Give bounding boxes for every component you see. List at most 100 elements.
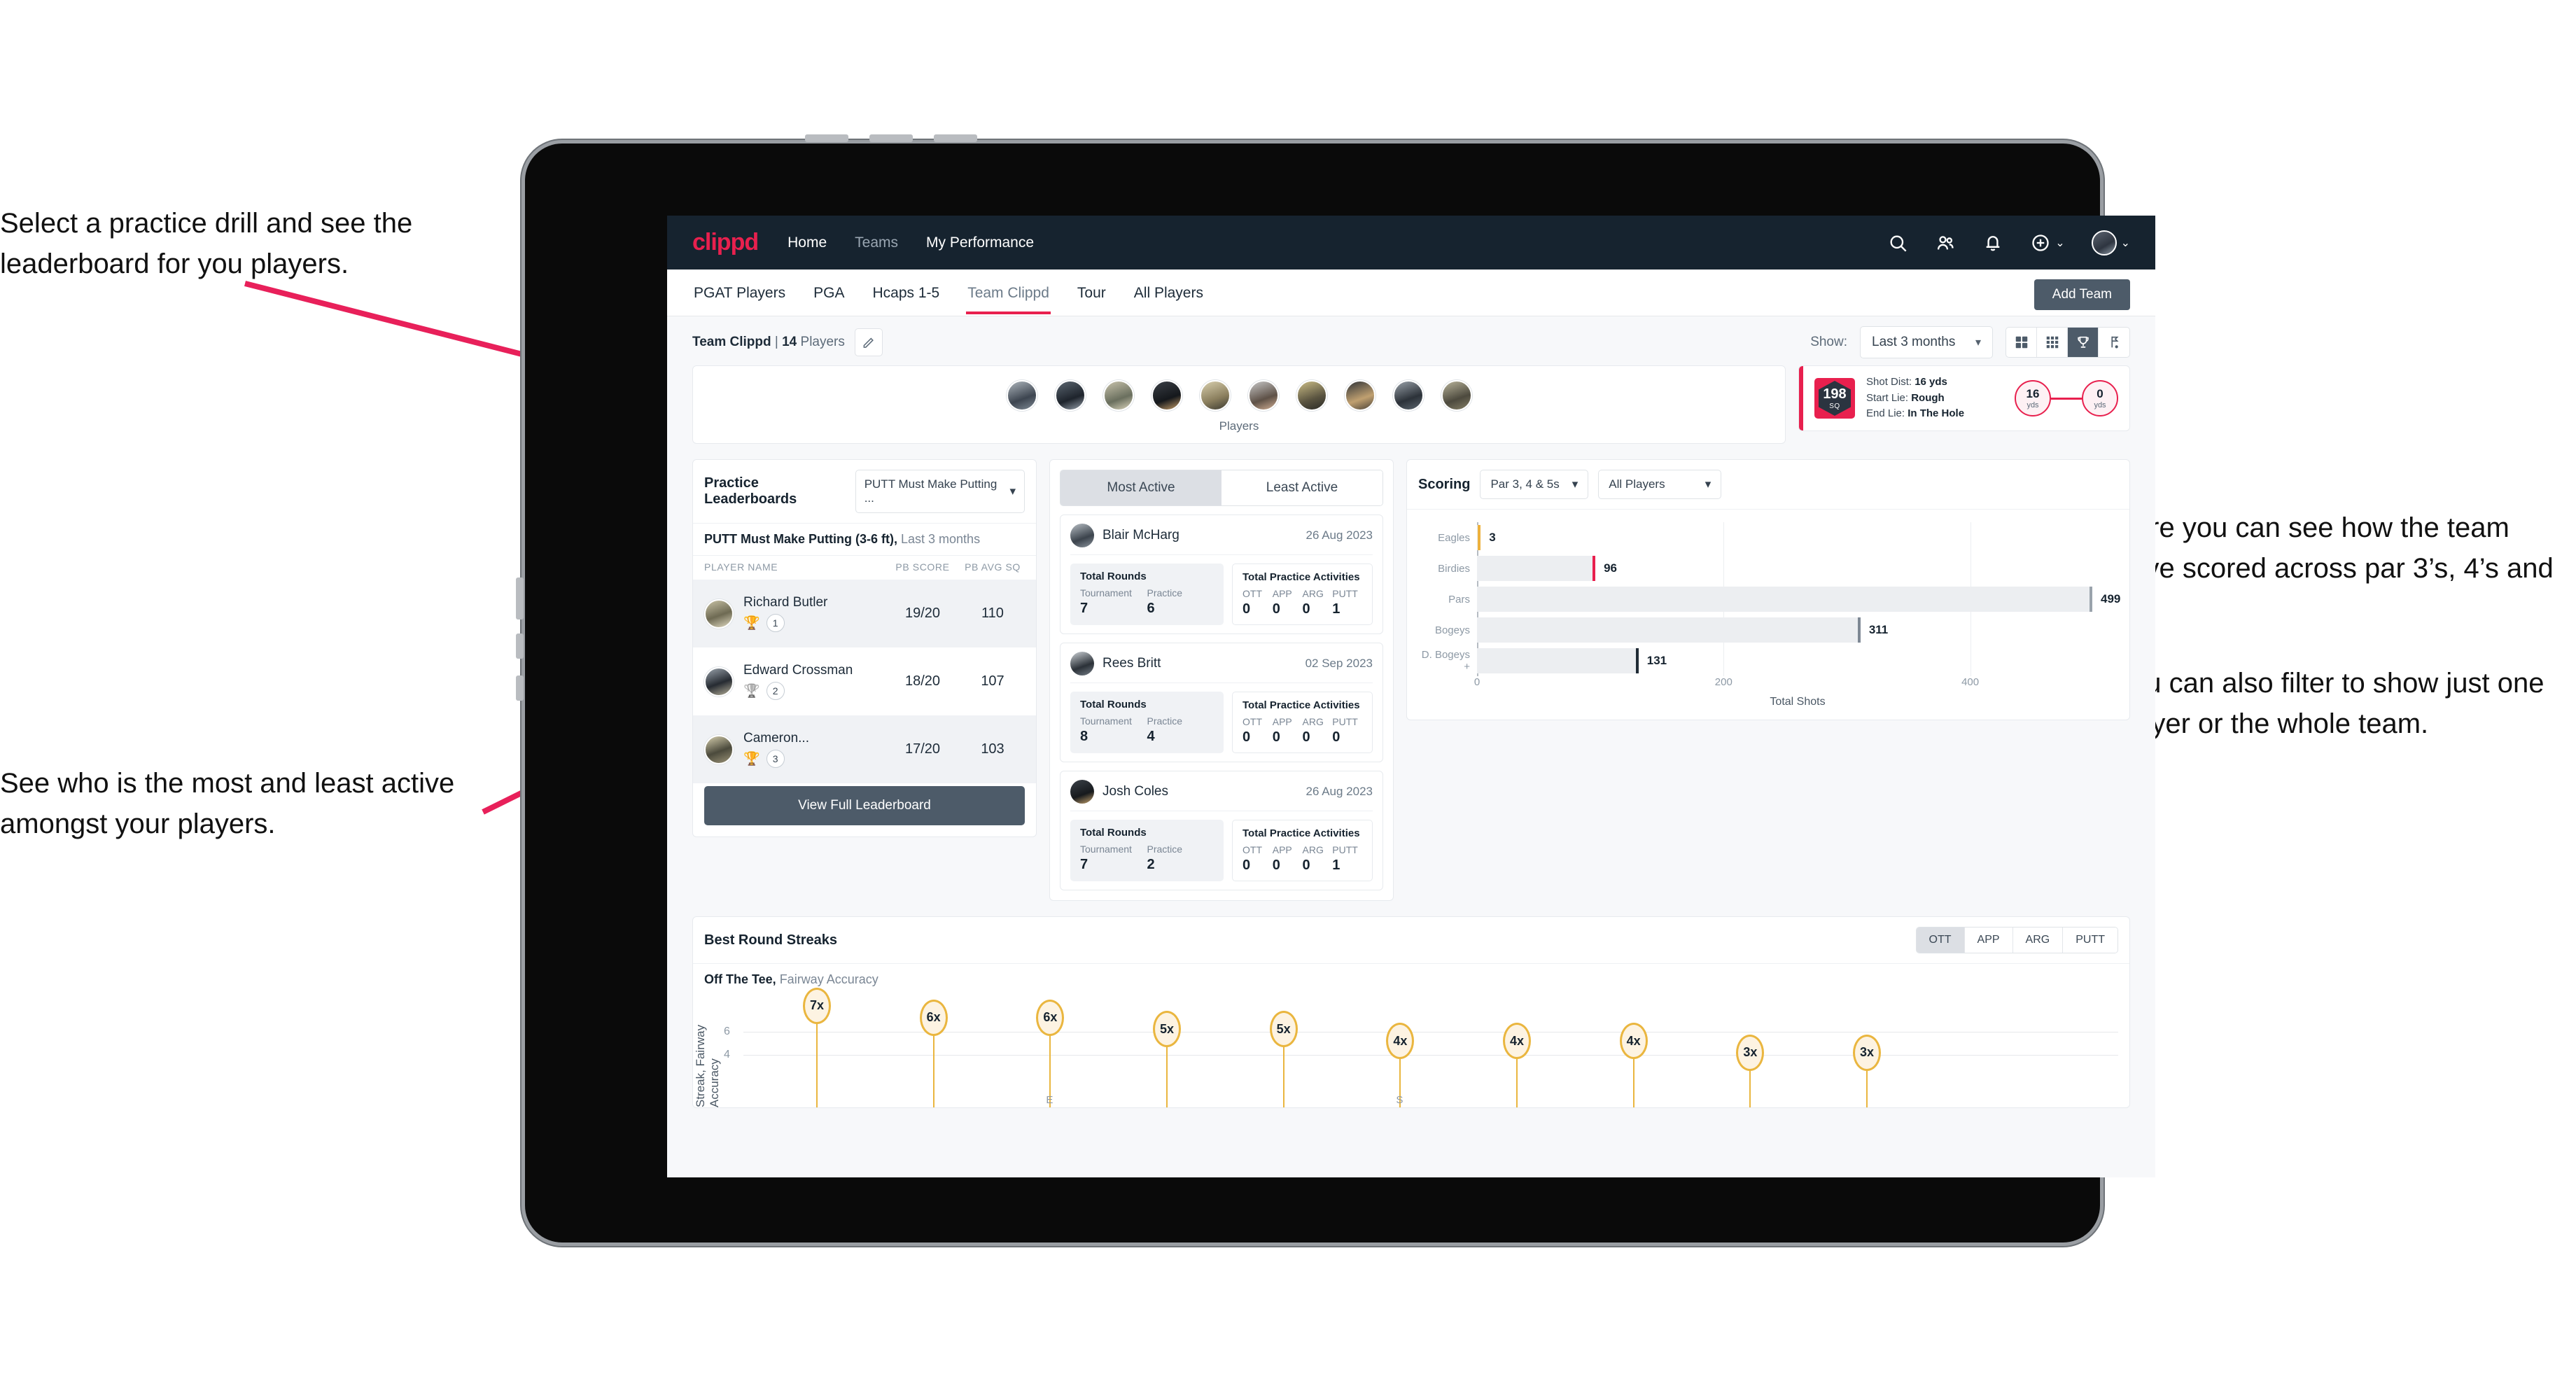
player-avatar[interactable] [1344, 380, 1376, 411]
streaks-marker[interactable]: 3x [1736, 1034, 1765, 1071]
streaks-marker[interactable]: 4x [1503, 1023, 1531, 1059]
chevron-down-icon: ⌄ [2120, 237, 2130, 249]
avatar[interactable] [2091, 230, 2117, 255]
scoring-category-label: Bogeys [1434, 624, 1470, 636]
date-range-select[interactable]: Last 3 months ▾ [1860, 326, 1993, 358]
streaks-title: Best Round Streaks [704, 932, 838, 948]
team-summary-label: Team Clippd | 14 Players [692, 335, 845, 350]
table-row[interactable]: Richard Butler 🏆 1 19/20 110 [693, 580, 1036, 648]
streaks-x-tick: S [1396, 1094, 1404, 1106]
rounds-tournament-label: Tournament [1080, 587, 1132, 598]
tab-tour[interactable]: Tour [1076, 271, 1107, 314]
streaks-marker[interactable]: 4x [1619, 1023, 1648, 1059]
practice-values: OTT 0 APP 0 ARG 0 PUTT 0 [1242, 716, 1362, 746]
edit-team-button[interactable] [854, 328, 883, 356]
add-menu[interactable]: ⌄ [2030, 232, 2065, 253]
tablet-top-button-3 [934, 134, 977, 142]
streaks-stem: 3x [1736, 1034, 1765, 1107]
account-menu[interactable]: ⌄ [2091, 230, 2130, 255]
grid-large-icon[interactable] [2006, 328, 2037, 357]
scoring-title: Scoring [1418, 476, 1471, 492]
tab-all-players[interactable]: All Players [1133, 271, 1205, 314]
list-item[interactable]: Rees Britt 02 Sep 2023 Total Rounds Tour… [1060, 643, 1383, 762]
end-lie-value: In The Hole [1907, 407, 1965, 420]
scoring-bar [1477, 556, 1596, 581]
avatar [1070, 652, 1094, 676]
list-item[interactable]: Blair McHarg 26 Aug 2023 Total Rounds To… [1060, 514, 1383, 634]
practice-values: OTT 0 APP 0 ARG 0 PUTT 1 [1242, 588, 1362, 617]
practice-putt-value: 1 [1332, 601, 1340, 617]
scoring-category-label: Eagles [1438, 531, 1470, 544]
rank-chip: 1 [766, 614, 785, 632]
plus-circle-icon[interactable] [2030, 232, 2051, 253]
nav-link-teams[interactable]: Teams [855, 234, 898, 251]
streaks-marker[interactable]: 3x [1853, 1034, 1881, 1071]
leaderboard-name-cell: Cameron... 🏆 3 [743, 731, 885, 768]
leaderboard-subtitle: PUTT Must Make Putting (3-6 ft), Last 3 … [693, 523, 1036, 555]
player-filter-select[interactable]: All Players ▾ [1598, 470, 1722, 499]
leaderboard-title: Practice Leaderboards [704, 475, 797, 507]
player-name: Cameron... [743, 731, 809, 746]
chevron-down-icon: ▾ [1975, 337, 1981, 349]
flag-icon[interactable] [2099, 328, 2129, 357]
view-full-leaderboard-button[interactable]: View Full Leaderboard [704, 786, 1025, 825]
table-row[interactable]: Cameron... 🏆 3 17/20 103 [693, 715, 1036, 783]
pb-score-value: 18/20 [904, 673, 941, 689]
practice-ott: OTT 0 [1242, 716, 1273, 746]
people-icon[interactable] [1935, 232, 1956, 253]
player-name: Richard Butler [743, 595, 828, 610]
trophy-icon[interactable] [2068, 328, 2099, 357]
player-avatar[interactable] [1102, 380, 1134, 411]
list-item[interactable]: Josh Coles 26 Aug 2023 Total Rounds Tour… [1060, 771, 1383, 890]
add-team-button[interactable]: Add Team [2033, 279, 2130, 310]
drill-select[interactable]: PUTT Must Make Putting ... ▾ [855, 470, 1025, 513]
activity-card-body: Total Rounds Tournament 8 Practice 4 Tot… [1070, 682, 1373, 753]
leaderboard-name-cell: Edward Crossman 🏆 2 [743, 663, 885, 700]
team-subbar: Team Clippd | 14 Players Show: Last 3 mo… [667, 316, 2155, 365]
segment-app[interactable]: APP [1964, 927, 2013, 953]
table-row[interactable]: Edward Crossman 🏆 2 18/20 107 [693, 648, 1036, 715]
avatar [1070, 524, 1094, 547]
players-caption: Players [1219, 419, 1259, 433]
player-avatar[interactable] [1151, 380, 1182, 411]
nav-link-my-performance[interactable]: My Performance [926, 234, 1034, 251]
player-avatar[interactable] [1054, 380, 1086, 411]
search-icon[interactable] [1887, 232, 1908, 253]
drill-select-value: PUTT Must Make Putting ... [864, 477, 997, 505]
tab-least-active[interactable]: Least Active [1222, 470, 1382, 505]
streaks-marker[interactable]: 6x [919, 999, 948, 1036]
tab-team-clippd[interactable]: Team Clippd [966, 271, 1051, 314]
streaks-marker[interactable]: 4x [1386, 1023, 1415, 1059]
nav-link-home[interactable]: Home [788, 234, 827, 251]
player-avatar[interactable] [1441, 380, 1472, 411]
tab-most-active[interactable]: Most Active [1060, 470, 1222, 505]
streaks-marker[interactable]: 7x [803, 987, 831, 1024]
segment-ott[interactable]: OTT [1916, 927, 1965, 953]
scoring-bar [1477, 648, 1639, 673]
bell-icon[interactable] [1982, 232, 2003, 253]
streaks-marker[interactable]: 6x [1036, 999, 1065, 1036]
player-avatar[interactable] [1006, 380, 1037, 411]
par-filter-select[interactable]: Par 3, 4 & 5s ▾ [1480, 470, 1589, 499]
total-rounds-box: Total Rounds Tournament 7 Practice 2 [1070, 820, 1224, 881]
streaks-marker[interactable]: 5x [1153, 1011, 1181, 1048]
clippd-logo[interactable]: clippd [692, 229, 759, 256]
streaks-y-tick: 6 [724, 1025, 730, 1037]
tab-hcaps-1-5[interactable]: Hcaps 1-5 [871, 271, 941, 314]
streaks-marker[interactable]: 5x [1269, 1011, 1298, 1048]
rank-badges: 🏆 1 [743, 614, 885, 632]
activity-date: 26 Aug 2023 [1306, 785, 1373, 798]
segment-putt[interactable]: PUTT [2063, 927, 2118, 953]
tab-pgat-players[interactable]: PGAT Players [692, 271, 787, 314]
grid-small-icon[interactable] [2037, 328, 2068, 357]
player-avatar[interactable] [1247, 380, 1279, 411]
player-avatar[interactable] [1392, 380, 1424, 411]
streaks-stem: 4x [1619, 1023, 1648, 1107]
tab-pga[interactable]: PGA [812, 271, 846, 314]
shot-dist-value: 16 yds [1914, 376, 1947, 388]
rounds-tournament: Tournament 8 [1080, 715, 1147, 745]
player-avatar[interactable] [1199, 380, 1231, 411]
trophy-icon: 🏆 [743, 683, 760, 699]
segment-arg[interactable]: ARG [2012, 927, 2064, 953]
player-avatar[interactable] [1296, 380, 1327, 411]
